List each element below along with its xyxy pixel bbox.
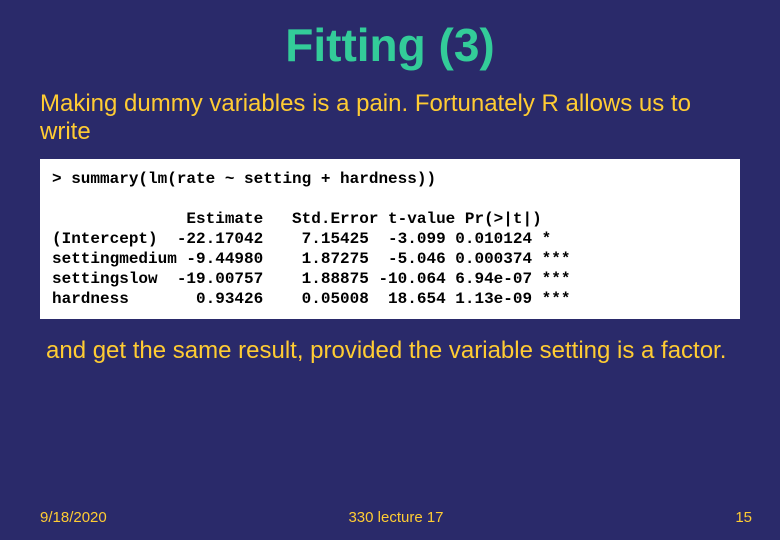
- slide-footer: 9/18/2020 330 lecture 17 15: [40, 509, 752, 526]
- slide-title: Fitting (3): [40, 18, 740, 72]
- code-header: Estimate Std.Error t-value Pr(>|t|): [52, 210, 542, 228]
- intro-text: Making dummy variables is a pain. Fortun…: [40, 90, 740, 145]
- code-row: settingmedium -9.44980 1.87275 -5.046 0.…: [52, 250, 570, 268]
- slide: Fitting (3) Making dummy variables is a …: [0, 0, 780, 540]
- footer-center: 330 lecture 17: [40, 509, 752, 526]
- footer-page-number: 15: [735, 509, 752, 526]
- outro-text: and get the same result, provided the va…: [46, 337, 740, 365]
- code-row: settingslow -19.00757 1.88875 -10.064 6.…: [52, 270, 570, 288]
- code-block: > summary(lm(rate ~ setting + hardness))…: [40, 159, 740, 319]
- code-row: hardness 0.93426 0.05008 18.654 1.13e-09…: [52, 290, 570, 308]
- code-row: (Intercept) -22.17042 7.15425 -3.099 0.0…: [52, 230, 551, 248]
- code-command: > summary(lm(rate ~ setting + hardness)): [52, 170, 436, 188]
- footer-date: 9/18/2020: [40, 509, 107, 526]
